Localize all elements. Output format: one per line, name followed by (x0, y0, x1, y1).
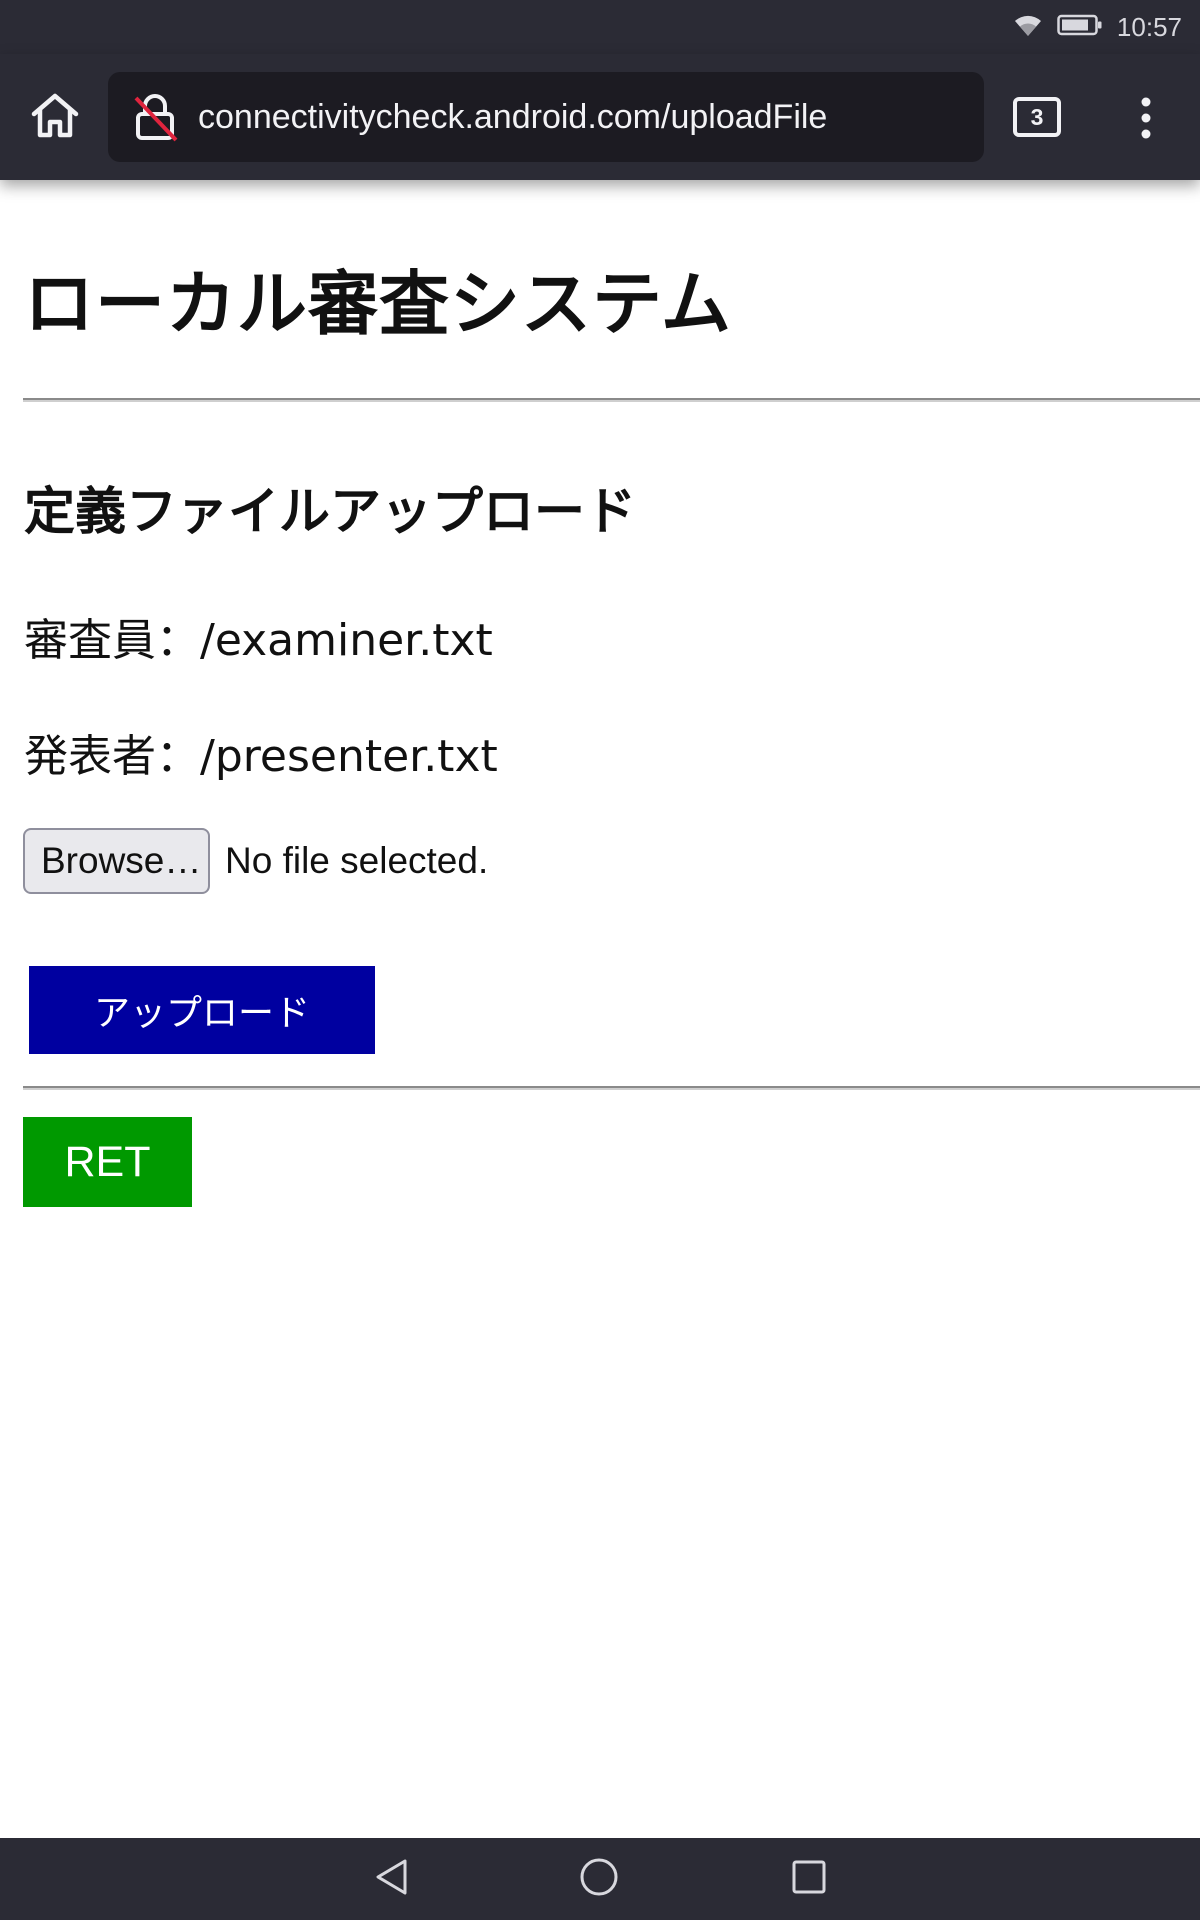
presenter-file-info: 発表者：/presenter.txt (24, 731, 498, 782)
browse-button[interactable]: Browse… (23, 828, 210, 894)
divider (23, 398, 1200, 402)
page-title: ローカル審査システム (24, 263, 732, 345)
recents-button[interactable] (784, 1854, 834, 1904)
tab-switcher-button[interactable]: 3 (1012, 92, 1062, 142)
back-icon (373, 1857, 409, 1901)
status-bar: 10:57 (0, 0, 1200, 54)
nav-home-button[interactable] (574, 1854, 624, 1904)
examiner-file-info: 審査員：/examiner.txt (24, 615, 493, 666)
home-button[interactable] (20, 86, 90, 150)
section-title: 定義ファイルアップロード (24, 483, 637, 542)
address-bar[interactable]: connectivitycheck.android.com/uploadFile (108, 72, 984, 162)
file-status: No file selected. (225, 840, 489, 881)
overflow-menu-button[interactable] (1116, 90, 1176, 150)
file-input: Browse… No file selected. (23, 828, 488, 894)
upload-button[interactable]: アップロード (29, 966, 375, 1054)
recents-icon (791, 1859, 827, 1899)
wifi-icon (1013, 12, 1043, 42)
status-icons: 10:57 (1013, 10, 1182, 44)
back-button[interactable] (366, 1854, 416, 1904)
ret-button[interactable]: RET (23, 1117, 192, 1207)
home-circle-icon (578, 1856, 620, 1902)
tab-count: 3 (1013, 97, 1061, 137)
battery-icon (1057, 13, 1103, 41)
home-icon (30, 92, 80, 144)
divider (23, 1086, 1200, 1090)
browser-toolbar: connectivitycheck.android.com/uploadFile… (0, 54, 1200, 180)
more-vert-icon (1140, 96, 1152, 144)
insecure-lock-icon[interactable] (130, 92, 180, 142)
url-text: connectivitycheck.android.com/uploadFile (198, 98, 828, 136)
system-nav-bar (0, 1838, 1200, 1920)
clock: 10:57 (1116, 11, 1182, 42)
